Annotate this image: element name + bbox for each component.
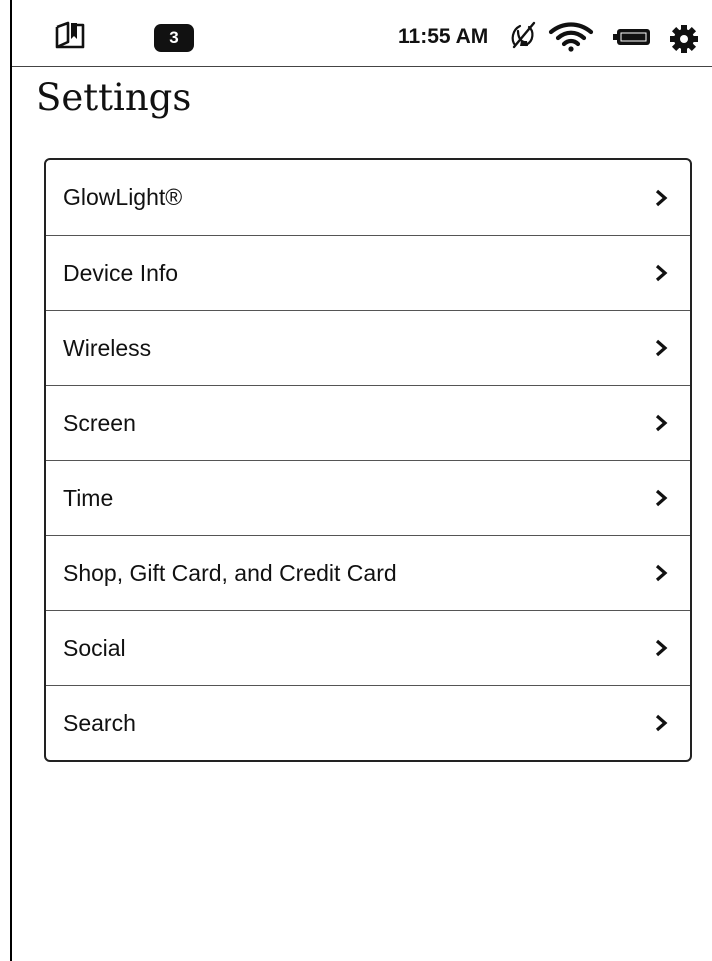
settings-item-shop-gift-card-and-credit-card[interactable]: Shop, Gift Card, and Credit Card [46,535,690,610]
settings-item-label: Shop, Gift Card, and Credit Card [63,559,397,586]
chevron-right-icon [655,639,668,657]
chevron-right-icon [655,414,668,432]
book-icon[interactable] [54,20,86,50]
settings-item-screen[interactable]: Screen [46,385,690,460]
settings-item-wireless[interactable]: Wireless [46,310,690,385]
settings-item-label: Social [63,634,126,661]
chevron-right-icon [655,714,668,732]
chevron-right-icon [655,264,668,282]
chevron-right-icon [655,489,668,507]
notification-count-badge[interactable]: 3 [154,24,194,52]
status-bar: 3 11:55 AM [12,0,712,67]
settings-list: GlowLight® Device Info Wireless Screen Time S… [44,158,692,762]
settings-item-label: GlowLight® [63,184,183,210]
settings-item-label: Screen [63,409,136,436]
page-title: Settings [36,76,192,119]
chevron-right-icon [655,564,668,582]
settings-item-social[interactable]: Social [46,610,690,685]
wifi-icon[interactable] [548,22,594,52]
chevron-right-icon [655,339,668,357]
settings-item-label: Search [63,709,136,736]
gear-icon[interactable] [666,21,702,57]
settings-item-search[interactable]: Search [46,685,690,760]
settings-item-label: Device Info [63,259,179,286]
sync-off-icon [508,20,538,52]
settings-item-label: Time [63,484,114,511]
chevron-right-icon [655,189,668,206]
status-time: 11:55 AM [398,25,489,48]
settings-item-time[interactable]: Time [46,460,690,535]
settings-item-device-info[interactable]: Device Info [46,235,690,310]
settings-item-label: Wireless [63,334,152,361]
screen-frame-edge [10,0,12,961]
battery-icon [612,26,652,48]
settings-item-glowlight[interactable]: GlowLight® [46,160,690,235]
